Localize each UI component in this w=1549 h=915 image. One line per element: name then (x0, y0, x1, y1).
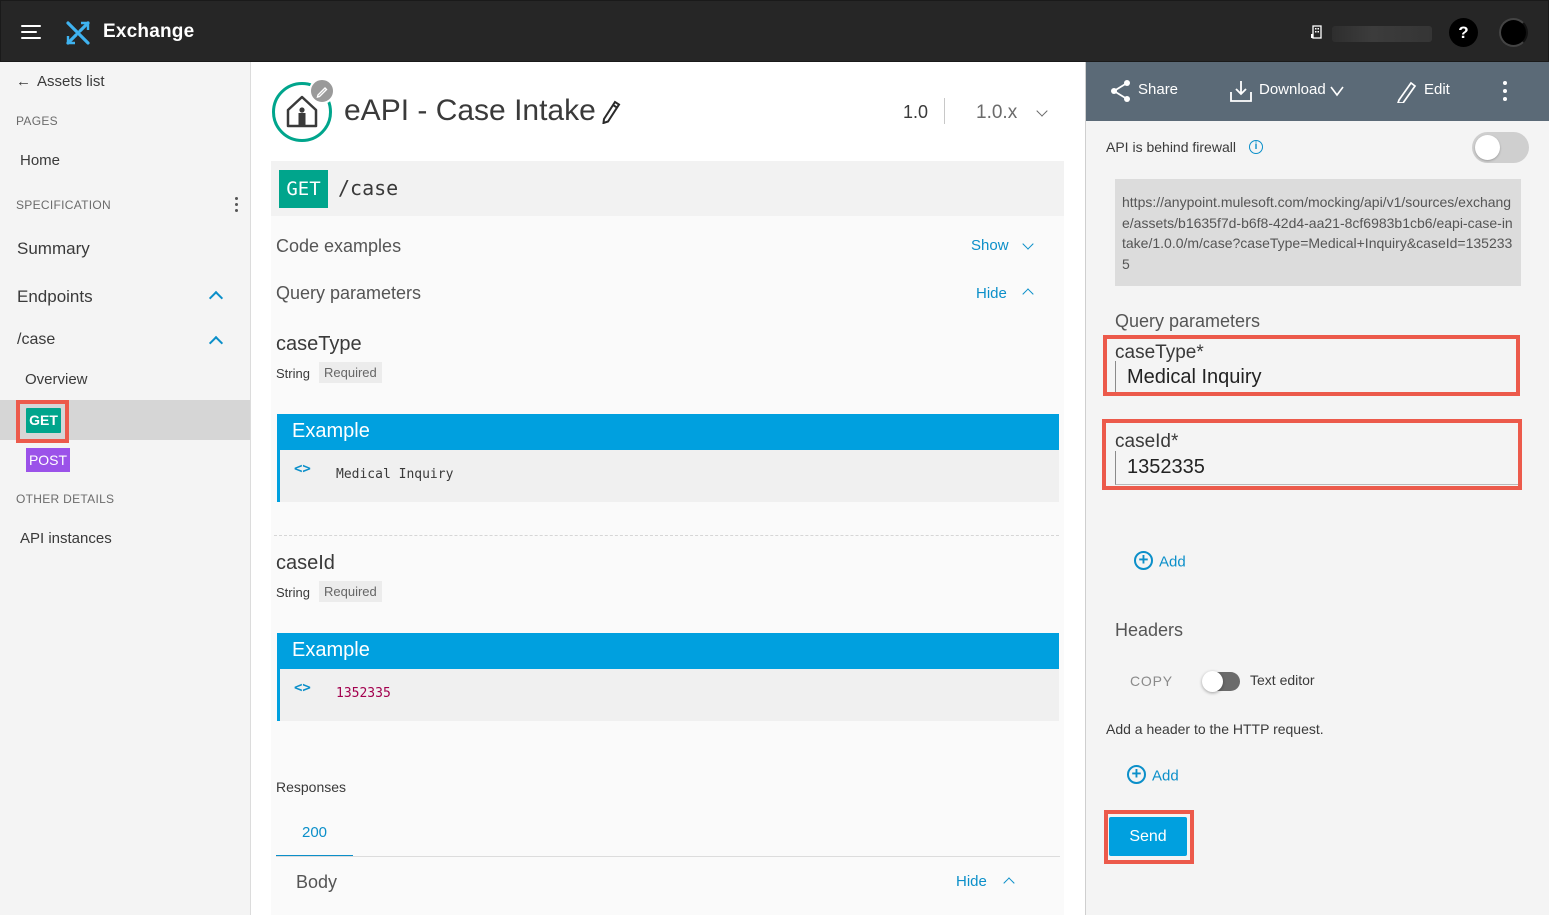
param-type: String (276, 585, 310, 600)
download-icon[interactable] (1229, 79, 1253, 103)
sidebar-item-case[interactable]: /case (17, 331, 55, 349)
headers-label: Headers (1115, 620, 1184, 640)
add-query-param-button[interactable]: + Add (1134, 551, 1186, 572)
more-options-icon[interactable] (235, 197, 239, 213)
organization-name-redacted[interactable] (1332, 26, 1432, 42)
assets-list-link[interactable]: ← Assets list (16, 73, 105, 90)
asset-title: eAPI - Case Intake (344, 94, 596, 127)
highlight-box (1103, 335, 1520, 396)
specification-heading: SPECIFICATION (16, 198, 112, 212)
mock-url: https://anypoint.mulesoft.com/mocking/ap… (1115, 179, 1521, 286)
plus-circle-icon: + (1134, 551, 1153, 570)
copy-button[interactable]: COPY (1130, 673, 1173, 689)
code-examples-label: Code examples (276, 236, 402, 256)
add-header-button[interactable]: + Add (1127, 765, 1179, 786)
more-options-icon[interactable] (1503, 81, 1507, 103)
firewall-label: API is behind firewall (1106, 139, 1236, 155)
example-block: Example <> Medical Inquiry (277, 414, 1059, 502)
pages-heading: PAGES (16, 114, 58, 128)
chevron-up-icon[interactable] (208, 335, 224, 351)
method-badge: GET (279, 170, 328, 208)
responses-label: Responses (276, 779, 347, 795)
sidebar-post-badge[interactable]: POST (26, 448, 70, 472)
divider (944, 98, 945, 124)
share-icon[interactable] (1110, 79, 1132, 103)
example-header: Example (280, 633, 1059, 669)
assets-list-label: Assets list (37, 73, 105, 90)
version-label: 1.0 (903, 102, 929, 122)
divider (274, 535, 1059, 536)
main-content: eAPI - Case Intake 1.0 1.0.x GET /case C… (252, 62, 1084, 915)
download-button[interactable]: Download (1259, 81, 1326, 98)
share-button[interactable]: Share (1138, 81, 1178, 98)
hide-body-link[interactable]: Hide (956, 873, 987, 890)
app-title: Exchange (103, 21, 195, 42)
body-label: Body (296, 872, 338, 892)
version-select[interactable]: 1.0.x (976, 102, 1017, 124)
add-label: Add (1159, 553, 1186, 571)
divider (276, 856, 1060, 857)
pencil-icon[interactable] (600, 98, 622, 124)
sidebar-item-summary[interactable]: Summary (17, 239, 90, 259)
hide-query-params-link[interactable]: Hide (976, 285, 1007, 302)
tab-200[interactable]: 200 (276, 816, 353, 857)
required-badge: Required (319, 362, 382, 383)
pencil-icon[interactable] (1396, 79, 1418, 103)
text-editor-toggle[interactable] (1202, 671, 1240, 692)
query-parameters-label: Query parameters (276, 283, 422, 303)
info-icon[interactable]: i (1249, 140, 1263, 154)
help-icon[interactable]: ? (1449, 18, 1478, 47)
highlight-box (16, 400, 69, 443)
arrow-left-icon: ← (16, 73, 31, 90)
highlight-box (1102, 419, 1522, 490)
other-details-heading: OTHER DETAILS (16, 492, 115, 506)
header-description: Add a header to the HTTP request. (1106, 721, 1324, 737)
code-icon: <> (294, 680, 311, 696)
sidebar-item-endpoints[interactable]: Endpoints (17, 287, 93, 307)
highlight-box (1104, 810, 1194, 864)
sidebar: ← Assets list PAGES Home SPECIFICATION Su… (0, 62, 251, 915)
sidebar-item-overview[interactable]: Overview (25, 371, 88, 388)
chevron-down-icon[interactable] (1329, 79, 1345, 103)
sidebar-item-home[interactable]: Home (20, 152, 60, 169)
text-editor-label: Text editor (1250, 672, 1315, 688)
chevron-up-icon[interactable] (208, 290, 224, 306)
example-header: Example (280, 414, 1059, 450)
top-bar: Exchange ? (0, 0, 1549, 62)
edit-icon-button[interactable] (309, 78, 335, 104)
example-value: Medical Inquiry (336, 467, 454, 482)
organization-icon (1311, 25, 1322, 39)
exchange-logo-icon (66, 21, 90, 45)
firewall-toggle[interactable] (1472, 132, 1529, 163)
actions-toolbar: Share Download Edit (1086, 62, 1549, 121)
example-value: 1352335 (336, 686, 391, 701)
avatar[interactable] (1499, 18, 1528, 47)
example-block: Example <> 1352335 (277, 633, 1059, 721)
query-parameters-label: Query parameters (1115, 311, 1261, 331)
plus-circle-icon: + (1127, 765, 1146, 784)
chevron-down-icon[interactable] (1036, 105, 1048, 117)
code-icon: <> (294, 461, 311, 477)
show-code-examples-link[interactable]: Show (971, 237, 1009, 254)
required-badge: Required (319, 581, 382, 602)
sidebar-item-api-instances[interactable]: API instances (20, 530, 112, 547)
endpoint-panel (271, 216, 1064, 915)
add-label: Add (1152, 767, 1179, 785)
param-type: String (276, 366, 310, 381)
param-name: caseType (276, 333, 362, 355)
endpoint-path: /case (338, 176, 399, 200)
param-name: caseId (276, 552, 335, 574)
menu-icon[interactable] (21, 23, 41, 41)
edit-button[interactable]: Edit (1424, 81, 1450, 98)
